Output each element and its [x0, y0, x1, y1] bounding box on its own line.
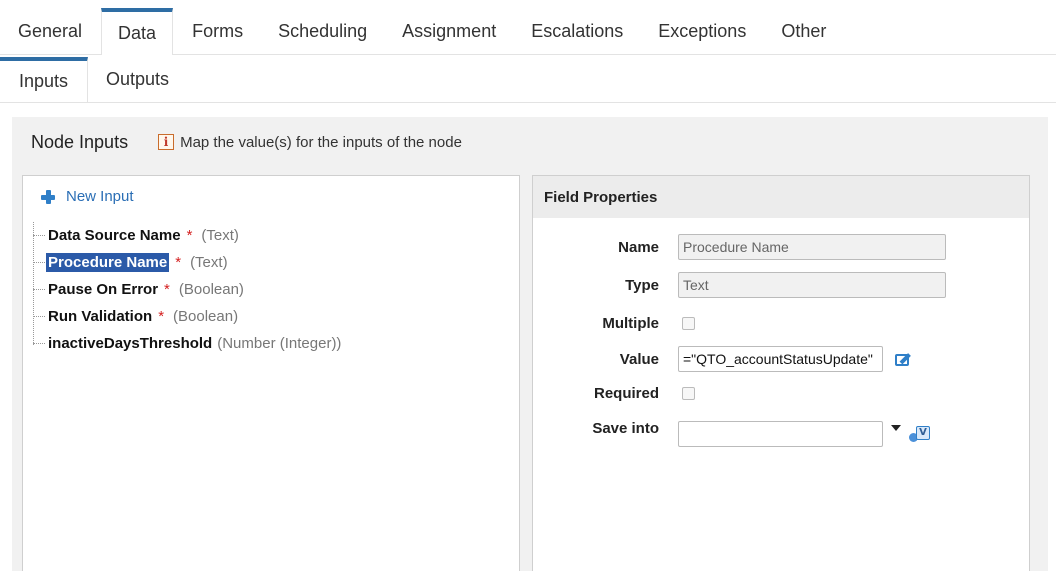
tree-item-label: inactiveDaysThreshold	[48, 335, 213, 352]
tree-item-label: Pause On Error	[48, 281, 159, 298]
tree-item-label: Procedure Name	[46, 253, 170, 272]
sub-tab-bar: Inputs Outputs	[0, 57, 1056, 103]
name-field[interactable]	[678, 234, 946, 260]
panel-hint: Map the value(s) for the inputs of the n…	[180, 133, 462, 151]
tab-exceptions[interactable]: Exceptions	[642, 8, 762, 54]
top-tab-bar: General Data Forms Scheduling Assignment…	[0, 0, 1056, 55]
add-variable-icon[interactable]: V	[909, 425, 931, 443]
subtab-inputs[interactable]: Inputs	[0, 57, 88, 102]
required-mark: *	[186, 227, 193, 244]
panel-title: Node Inputs	[31, 131, 129, 152]
tab-forms[interactable]: Forms	[176, 8, 259, 54]
new-input-label: New Input	[66, 188, 134, 205]
subtab-outputs[interactable]: Outputs	[88, 57, 187, 102]
tree-item-type: (Boolean)	[173, 308, 239, 325]
required-label: Required	[593, 384, 659, 402]
prop-row-multiple: Multiple	[533, 308, 1031, 338]
required-checkbox[interactable]	[682, 386, 695, 400]
new-input-button[interactable]: New Input	[40, 188, 134, 205]
tree-item-pause-on-error[interactable]: Pause On Error * (Boolean)	[33, 276, 341, 303]
chevron-down-icon[interactable]	[891, 425, 901, 431]
type-label: Type	[625, 276, 659, 294]
field-properties-header: Field Properties	[533, 176, 1029, 218]
field-properties-box: Field Properties Name Type Multiple Valu…	[532, 175, 1030, 571]
tree-item-label: Data Source Name	[48, 227, 181, 244]
info-icon: i	[158, 134, 175, 150]
tab-other[interactable]: Other	[765, 8, 842, 54]
tab-escalations[interactable]: Escalations	[515, 8, 639, 54]
prop-row-required: Required	[533, 378, 1031, 408]
tree-item-type: (Boolean)	[178, 281, 244, 298]
value-label: Value	[619, 350, 659, 368]
inputs-tree-box: New Input Data Source Name * (Text) Proc…	[22, 175, 520, 571]
node-inputs-panel: Node Inputs i Map the value(s) for the i…	[12, 117, 1048, 571]
edit-expression-icon[interactable]	[895, 351, 913, 367]
tree-item-procedure-name[interactable]: Procedure Name * (Text)	[33, 249, 341, 276]
save-into-label: Save into	[592, 419, 659, 437]
tab-general[interactable]: General	[2, 8, 98, 54]
tab-scheduling[interactable]: Scheduling	[262, 8, 383, 54]
required-mark: *	[164, 281, 170, 298]
save-into-field[interactable]	[678, 421, 883, 447]
inputs-tree: Data Source Name * (Text) Procedure Name…	[33, 222, 341, 357]
name-label: Name	[618, 238, 659, 256]
tab-data[interactable]: Data	[101, 8, 174, 55]
tree-item-type: (Text)	[190, 254, 228, 271]
prop-row-type: Type	[533, 270, 1031, 300]
panel-header: Node Inputs i Map the value(s) for the i…	[12, 117, 1048, 167]
tab-assignment[interactable]: Assignment	[386, 8, 512, 54]
tree-item-label: Run Validation	[48, 308, 153, 325]
multiple-checkbox[interactable]	[682, 316, 695, 330]
required-mark: *	[175, 254, 182, 271]
tree-item-run-validation[interactable]: Run Validation * (Boolean)	[33, 303, 341, 330]
value-field[interactable]	[678, 346, 883, 372]
prop-row-name: Name	[533, 232, 1031, 262]
tree-item-data-source-name[interactable]: Data Source Name * (Text)	[33, 222, 341, 249]
multiple-label: Multiple	[602, 314, 659, 332]
plus-icon	[40, 189, 56, 205]
tree-item-type: (Text)	[201, 227, 239, 244]
type-field[interactable]	[678, 272, 946, 298]
tree-item-type: (Number (Integer))	[217, 335, 342, 352]
prop-row-value: Value	[533, 344, 1031, 374]
required-mark: *	[158, 308, 165, 325]
prop-row-save-into: Save into V	[533, 413, 1031, 447]
tree-item-inactive-days-threshold[interactable]: inactiveDaysThreshold (Number (Integer))	[33, 330, 341, 357]
